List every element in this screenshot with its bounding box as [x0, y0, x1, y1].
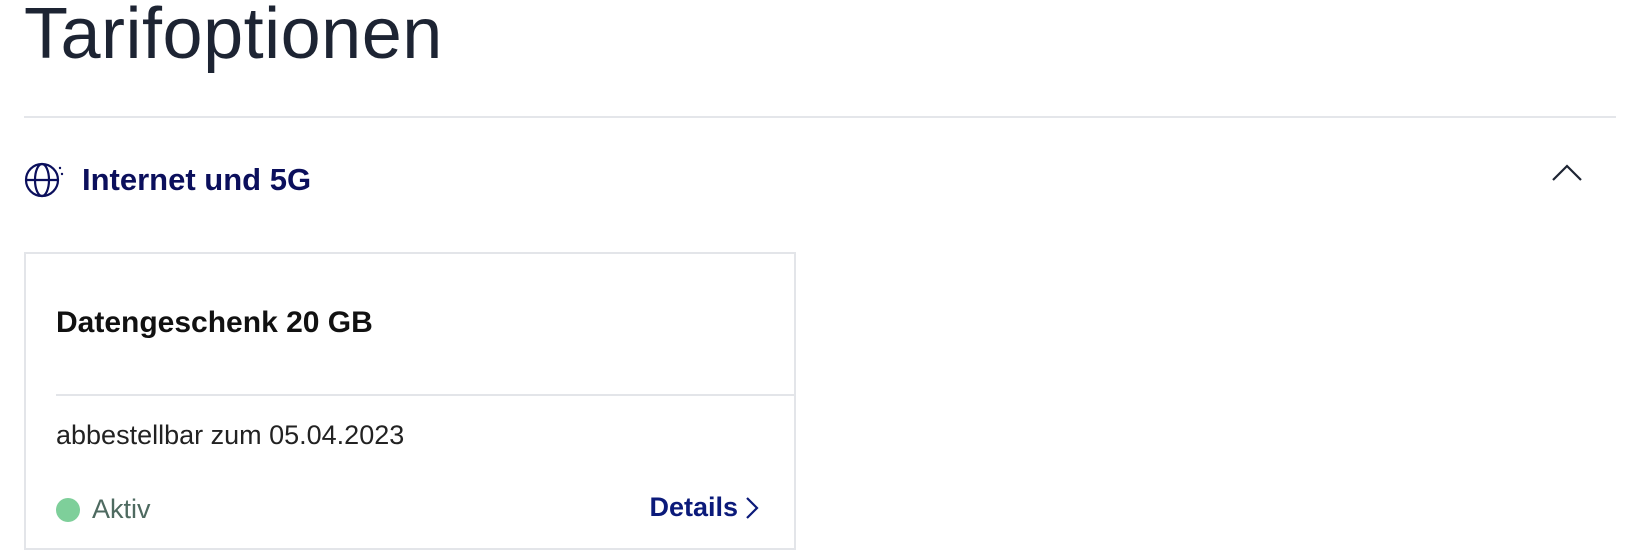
details-link[interactable]: Details	[649, 492, 760, 523]
chevron-right-icon	[744, 495, 760, 521]
chevron-up-icon[interactable]	[1550, 162, 1584, 186]
tariff-option-card: Datengeschenk 20 GB abbestellbar zum 05.…	[24, 252, 796, 550]
status-label: Aktiv	[92, 494, 151, 524]
section-header-internet-5g[interactable]: Internet und 5G	[24, 150, 1584, 210]
status-indicator: Aktiv	[56, 494, 151, 525]
page: Tarifoptionen Internet und 5G Datengesch…	[0, 0, 1625, 557]
globe-icon	[24, 160, 64, 200]
cancellation-date-text: abbestellbar zum 05.04.2023	[56, 420, 405, 450]
card-title: Datengeschenk 20 GB	[56, 306, 373, 339]
page-title: Tarifoptionen	[24, 0, 443, 74]
details-label: Details	[649, 492, 738, 522]
status-dot-icon	[56, 497, 80, 522]
divider	[24, 116, 1616, 118]
card-divider	[56, 394, 794, 396]
section-title: Internet und 5G	[82, 162, 312, 197]
